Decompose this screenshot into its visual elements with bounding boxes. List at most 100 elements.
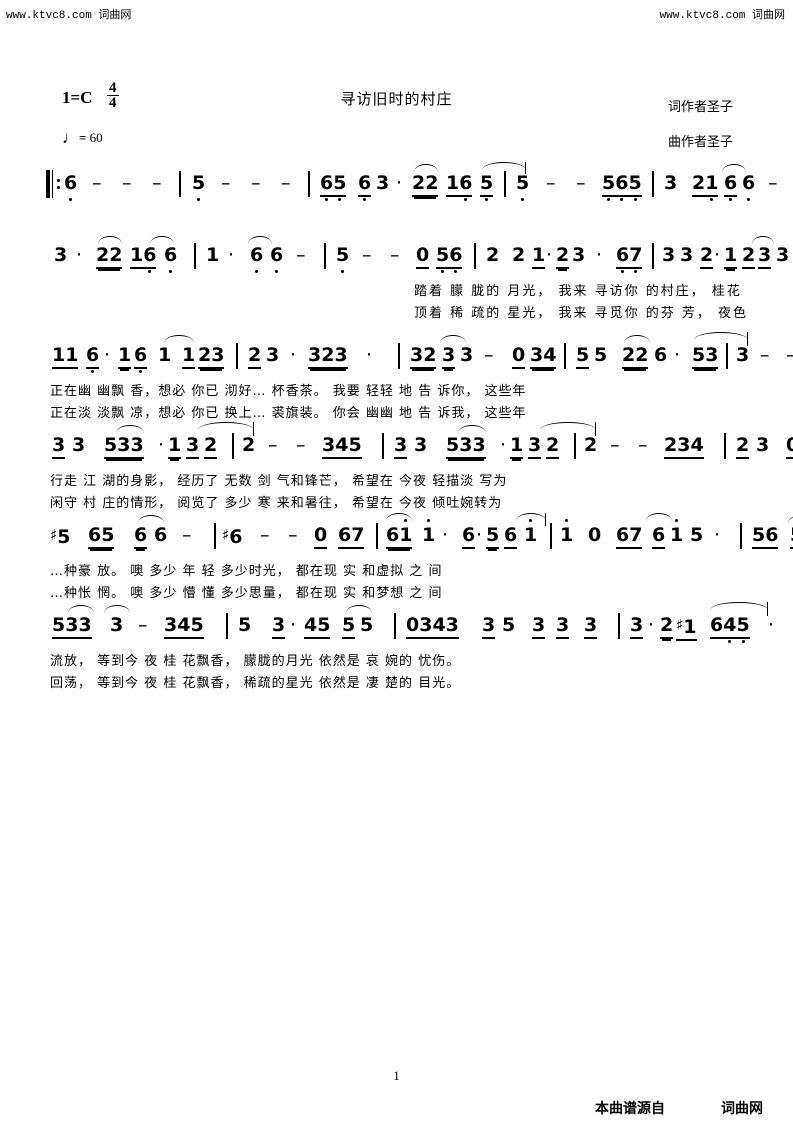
sustain-dash: – <box>576 172 586 194</box>
note-group: 5 <box>480 172 494 201</box>
note-group: 0343 <box>406 614 459 639</box>
note-group: 2 <box>584 434 598 456</box>
note-group: 5 <box>238 614 252 636</box>
note-group: 22 <box>412 172 439 197</box>
note-group: 0 <box>588 524 602 546</box>
note-group: 1 <box>524 519 538 546</box>
note-group: 1 <box>118 344 132 369</box>
sustain-dash: – <box>484 344 494 366</box>
barline <box>382 433 384 459</box>
barline <box>179 171 181 197</box>
tie-mark <box>624 335 650 343</box>
tie-mark <box>164 335 194 343</box>
tie-mark <box>646 513 672 521</box>
tie-mark <box>104 605 130 613</box>
sustain-dash: – <box>288 524 298 546</box>
note-group: 1 <box>724 244 738 269</box>
note-group: 22 <box>622 344 649 369</box>
note-group: 1 <box>168 434 182 459</box>
augmentation-dot: · <box>648 614 655 636</box>
note-group: 6 <box>250 244 264 273</box>
barline <box>394 613 396 639</box>
note-group: 34 <box>530 344 557 369</box>
note-group: 65 <box>320 172 347 201</box>
footer-source: 本曲谱源自 词曲网 <box>595 1098 763 1118</box>
note-group: 3 <box>394 434 408 459</box>
sustain-dash: – <box>122 172 132 194</box>
note-group: 45 <box>304 614 331 639</box>
note-group: 67 <box>616 524 643 549</box>
tie-mark <box>98 236 122 244</box>
note-group: 6 <box>462 524 476 549</box>
augmentation-dot: · <box>714 524 721 546</box>
note-group: 5 <box>342 614 356 639</box>
augmentation-dot: · <box>476 524 483 546</box>
note-group: 67 <box>616 244 643 273</box>
note-group: 2 <box>742 244 756 269</box>
note-group: 6 <box>654 344 668 366</box>
augmentation-dot: · <box>442 524 449 546</box>
sustain-dash: – <box>760 344 770 366</box>
tie-mark <box>694 332 748 340</box>
tie-mark <box>752 236 774 244</box>
note-group: 1 <box>158 344 172 366</box>
barline <box>376 523 378 549</box>
note-group: 3 <box>532 614 546 639</box>
note-group: 3 <box>110 614 124 636</box>
note-group: 6 <box>652 524 666 549</box>
tie-mark <box>386 513 412 521</box>
barline <box>504 171 506 197</box>
credits-block: 词作者圣子 曲作者圣子 <box>668 96 733 166</box>
note-group: 6 <box>134 524 148 549</box>
tempo-equals: = <box>79 130 87 145</box>
note-group: 56 <box>436 244 463 273</box>
tie-mark <box>788 515 793 523</box>
note-group: 6 <box>64 172 78 201</box>
barline <box>574 433 576 459</box>
note-group: 6 <box>86 344 100 373</box>
lyrics-row-2: 回荡， 等到今 夜 桂 花飘香， 稀疏的星光 依然是 凄 楚的 目光。 <box>50 676 461 691</box>
sustain-dash: – <box>92 172 102 194</box>
note-group: 2 <box>546 434 560 459</box>
lyrics-row-2: 闲守 村 庄的情形， 阅览了 多少 寒 来和暑往， 希望在 今夜 倾吐婉转为 <box>50 496 503 511</box>
augmentation-dot: · <box>674 344 681 366</box>
sustain-dash: – <box>152 172 162 194</box>
barline <box>724 433 726 459</box>
notation-row: 11 6 · 1 6 1 1 23 2 3 · 323 · 32 3 3 – 0… <box>46 332 793 380</box>
note-group: 1 <box>422 519 436 546</box>
note-group: 6 <box>742 172 756 201</box>
lyrics-row-2: 正在淡 淡飘 凉，想必 你已 换上… 裘旗装。 你会 幽幽 地 告 诉我， 这些… <box>50 406 527 421</box>
tie-mark <box>138 515 164 523</box>
augmentation-dot: · <box>290 344 297 366</box>
page-number: 1 <box>393 1068 400 1083</box>
note-group: 53 <box>692 344 719 369</box>
note-group: 234 <box>664 434 704 459</box>
note-group: 0 <box>512 344 526 369</box>
note-group: 3 <box>756 434 770 456</box>
note-group: 22 <box>96 244 123 269</box>
staff-line-3: 11 6 · 1 6 1 1 23 2 3 · 323 · 32 3 3 – 0… <box>46 332 793 421</box>
score-header: 1=C 4 4 ♩= 60 寻访旧时的村庄 词作者圣子 曲作者圣子 <box>0 0 793 165</box>
footer-site-label: 词曲网 <box>721 1101 763 1117</box>
note-group: 3 <box>630 614 644 639</box>
sustain-dash: – <box>390 244 400 266</box>
augmentation-dot: · <box>546 244 553 266</box>
note-group: 2 <box>556 244 570 269</box>
note-group: 16 <box>130 244 157 273</box>
note-group: 16 <box>446 172 473 201</box>
note-group: 1 <box>510 434 524 459</box>
sustain-dash: – <box>221 172 231 194</box>
sustain-dash: – <box>281 172 291 194</box>
tie-mark <box>414 164 438 172</box>
note-group: 3 <box>186 434 200 459</box>
footer-source-label: 本曲谱源自 <box>595 1101 665 1117</box>
note-group: 2 <box>660 614 674 639</box>
note-group: 6 <box>164 244 178 273</box>
tempo-marking: ♩= 60 <box>62 128 103 148</box>
lyrics-row-2: …种怅 惘。 噢 多少 懵 懂 多少思量， 都在现 实 和梦想 之 间 <box>50 586 443 601</box>
sustain-dash: – <box>296 434 306 456</box>
note-group: 533 <box>104 434 144 459</box>
tie-mark <box>458 425 486 433</box>
note-group: 5 <box>576 344 590 369</box>
note-group: 0 <box>416 244 430 269</box>
